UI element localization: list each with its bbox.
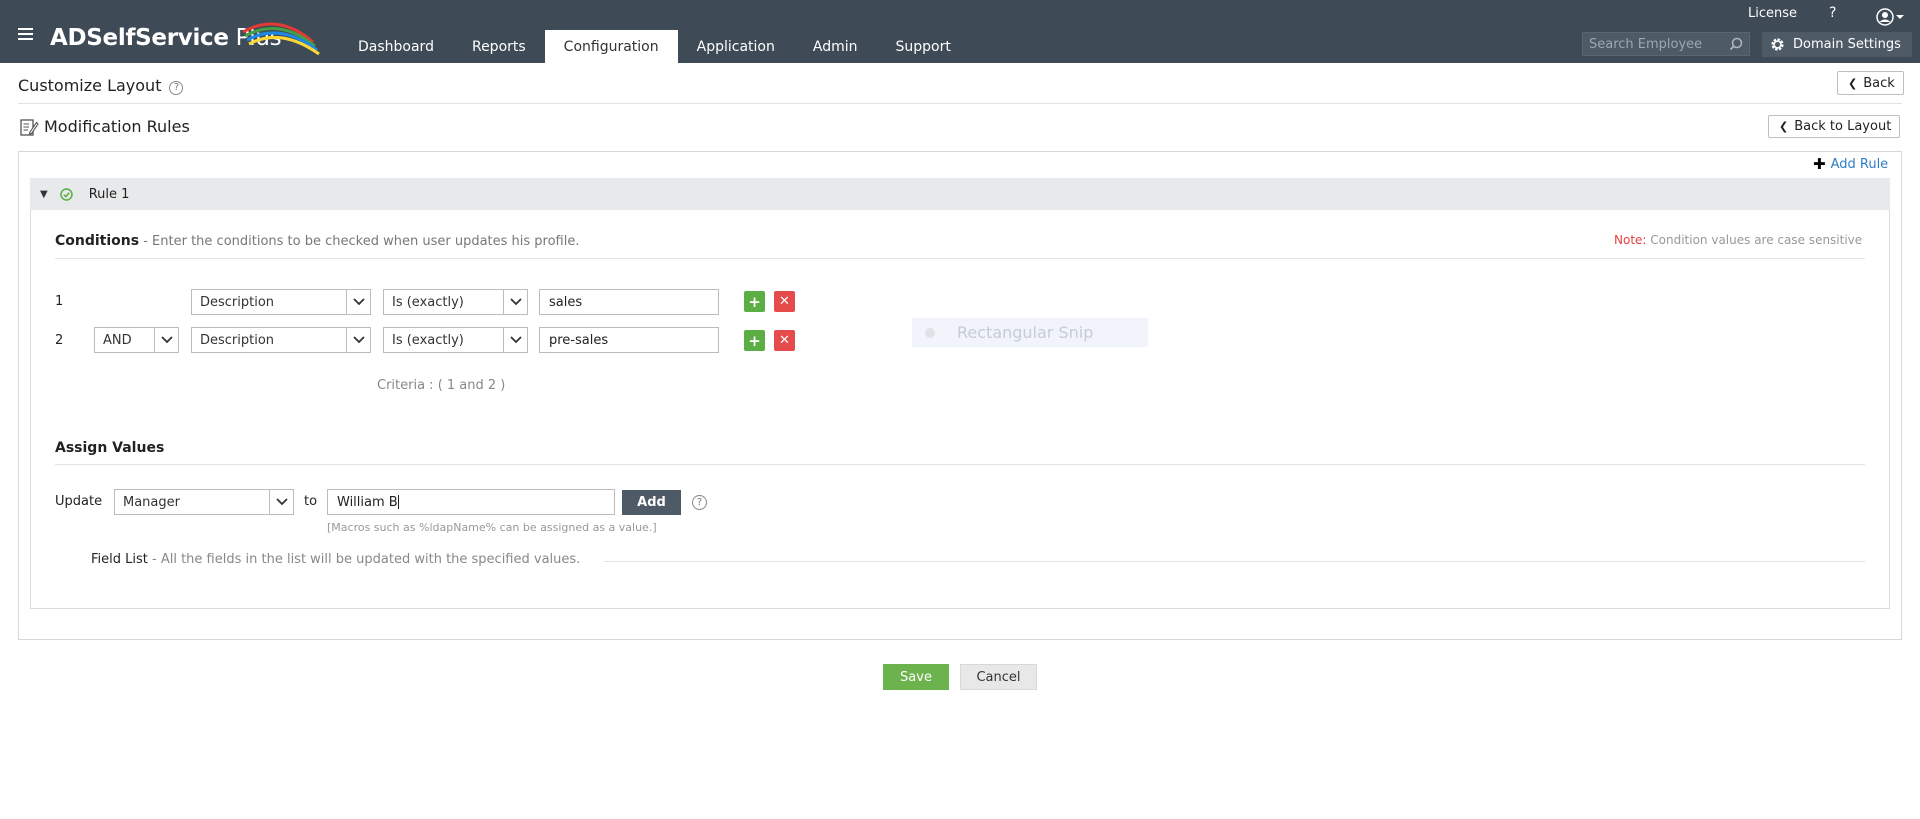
case-sensitive-note: Note: Condition values are case sensitiv… — [1614, 233, 1863, 247]
tab-dashboard[interactable]: Dashboard — [339, 30, 453, 63]
condition-logic-select[interactable]: AND — [94, 327, 179, 353]
to-label: to — [304, 494, 318, 509]
back-button[interactable]: ❮ Back — [1837, 71, 1904, 95]
chevron-down-icon — [503, 328, 527, 352]
condition-number: 2 — [55, 333, 64, 348]
tab-reports[interactable]: Reports — [453, 30, 545, 63]
chevron-down-icon — [346, 290, 370, 314]
tab-support[interactable]: Support — [876, 30, 969, 63]
plus-icon: ✚ — [1813, 155, 1826, 173]
condition-operator-value: Is (exactly) — [392, 294, 464, 310]
condition-field-value: Description — [200, 294, 275, 310]
chevron-left-icon: ❮ — [1848, 76, 1858, 90]
page-title: Customize Layout? — [18, 76, 184, 95]
check-circle-icon — [59, 187, 73, 201]
edit-document-icon — [20, 119, 39, 136]
add-value-button[interactable]: Add — [622, 490, 681, 515]
tab-admin[interactable]: Admin — [794, 30, 877, 63]
rectangular-snip-overlay[interactable]: Rectangular Snip — [912, 318, 1148, 347]
update-field-select[interactable]: Manager — [114, 489, 294, 515]
snip-icon — [925, 327, 935, 338]
rule-header[interactable]: ▼ Rule 1 — [30, 178, 1890, 210]
back-label: Back — [1863, 75, 1895, 91]
add-rule-label: Add Rule — [1830, 156, 1889, 172]
chevron-left-icon: ❮ — [1779, 120, 1789, 133]
criteria-text: Criteria : ( 1 and 2 ) — [377, 378, 506, 393]
user-account-icon[interactable] — [1876, 8, 1906, 26]
app-logo[interactable]: ADSelfService Plus — [50, 22, 320, 56]
help-link[interactable]: ? — [1829, 5, 1836, 21]
chevron-down-icon — [154, 328, 178, 352]
remove-condition-button[interactable]: ✕ — [774, 291, 795, 312]
add-condition-button[interactable]: + — [744, 291, 765, 312]
divider — [18, 103, 1902, 104]
back-to-layout-label: Back to Layout — [1794, 119, 1892, 134]
field-list-heading: Field List - All the fields in the list … — [91, 552, 581, 567]
condition-logic-value: AND — [103, 332, 132, 348]
assign-values-heading: Assign Values — [55, 440, 165, 456]
chevron-down-icon — [346, 328, 370, 352]
condition-field-select[interactable]: Description — [191, 327, 371, 353]
condition-operator-value: Is (exactly) — [392, 332, 464, 348]
update-field-value: Manager — [123, 494, 180, 510]
condition-value-input[interactable]: pre-sales — [539, 327, 719, 353]
save-button[interactable]: Save — [883, 664, 949, 690]
search-icon[interactable] — [1729, 37, 1743, 51]
add-rule-link[interactable]: ✚ Add Rule — [1813, 155, 1888, 173]
update-label: Update — [55, 494, 103, 509]
domain-settings-label: Domain Settings — [1793, 37, 1901, 52]
caret-down-icon[interactable]: ▼ — [40, 189, 48, 200]
snip-label: Rectangular Snip — [957, 323, 1094, 342]
conditions-heading: Conditions - Enter the conditions to be … — [55, 233, 580, 249]
license-link[interactable]: License — [1748, 6, 1797, 21]
gear-icon — [1771, 38, 1784, 51]
employee-search — [1582, 32, 1750, 56]
divider — [604, 561, 1865, 562]
menu-icon[interactable] — [18, 28, 33, 40]
condition-field-select[interactable]: Description — [191, 289, 371, 315]
search-employee-input[interactable] — [1583, 36, 1723, 52]
condition-field-value: Description — [200, 332, 275, 348]
back-to-layout-button[interactable]: ❮ Back to Layout — [1768, 115, 1901, 138]
domain-settings-button[interactable]: Domain Settings — [1762, 32, 1912, 57]
condition-operator-select[interactable]: Is (exactly) — [383, 289, 528, 315]
divider — [55, 464, 1865, 465]
help-icon[interactable]: ? — [692, 495, 707, 510]
condition-operator-select[interactable]: Is (exactly) — [383, 327, 528, 353]
chevron-down-icon — [269, 490, 293, 514]
condition-number: 1 — [55, 294, 64, 309]
add-condition-button[interactable]: + — [744, 330, 765, 351]
main-nav-tabs: Dashboard Reports Configuration Applicat… — [339, 30, 970, 63]
divider — [55, 258, 1865, 259]
logo-arc-icon — [242, 22, 320, 56]
cancel-button[interactable]: Cancel — [960, 664, 1037, 690]
assign-value-input[interactable]: William B — [327, 489, 615, 515]
rule-name: Rule 1 — [88, 186, 130, 202]
text-cursor — [397, 495, 399, 509]
tab-application[interactable]: Application — [678, 30, 794, 63]
condition-value-input[interactable]: sales — [539, 289, 719, 315]
macro-hint: [Macros such as %ldapName% can be assign… — [327, 521, 657, 534]
remove-condition-button[interactable]: ✕ — [774, 330, 795, 351]
tab-configuration[interactable]: Configuration — [544, 30, 678, 63]
section-title: Modification Rules — [44, 117, 190, 136]
chevron-down-icon — [503, 290, 527, 314]
help-icon[interactable]: ? — [169, 81, 184, 95]
assign-value-text: William B — [337, 494, 398, 510]
top-navigation-bar: ADSelfService Plus Dashboard Reports Con… — [0, 0, 1920, 63]
